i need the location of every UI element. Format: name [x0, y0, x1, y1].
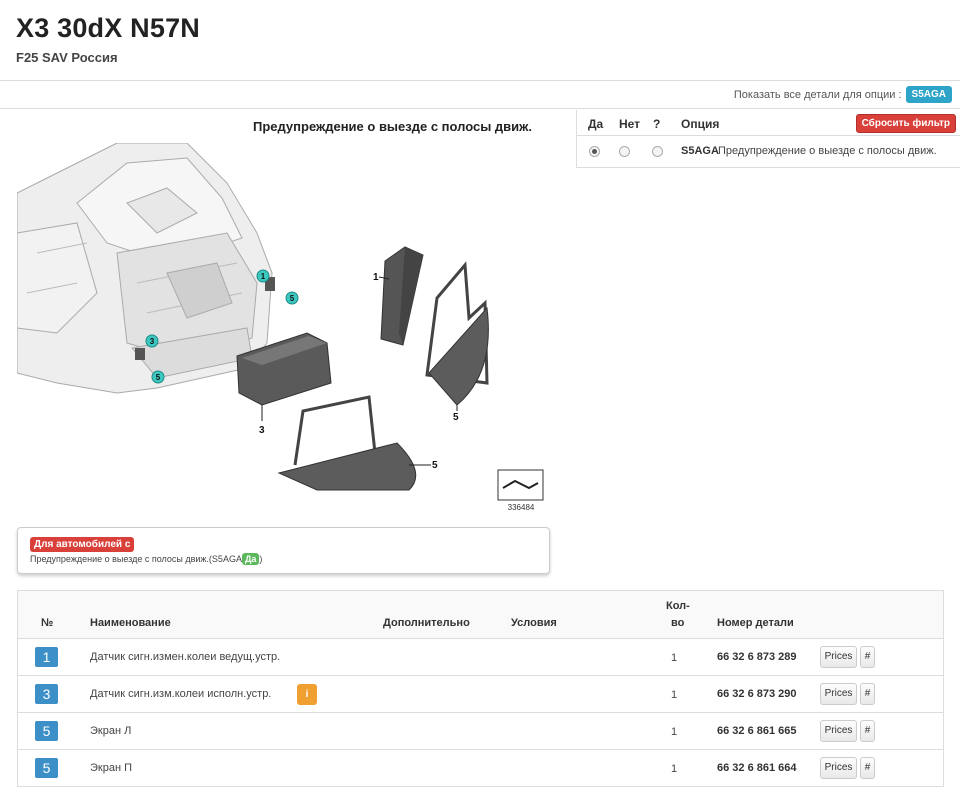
filter-header: Да Нет ? Опция Сбросить фильтр — [577, 110, 960, 136]
label-5b: 5 — [432, 460, 438, 471]
prices-button[interactable]: Prices — [820, 757, 857, 779]
option-code: S5AGA — [681, 145, 719, 157]
hash-button[interactable]: # — [860, 683, 875, 705]
table-header: № Наименование Дополнительно Условия Кол… — [18, 591, 943, 638]
callout-1: 1 — [261, 272, 266, 281]
image-number: 336484 — [508, 503, 535, 512]
header-qty-1: Кол- — [666, 600, 690, 612]
position-number-badge[interactable]: 5 — [35, 721, 58, 741]
position-number-badge[interactable]: 1 — [35, 647, 58, 667]
sensor-mark-3 — [135, 348, 145, 360]
page-header: X3 30dX N57N F25 SAV Россия — [0, 0, 960, 81]
part-number: 66 32 6 873 289 — [717, 651, 797, 663]
prices-button[interactable]: Prices — [820, 683, 857, 705]
filter-row: S5AGA Предупреждение о выезде с полосы д… — [577, 136, 960, 167]
info-icon[interactable]: i — [297, 684, 317, 705]
image-number-box: 336484 — [497, 469, 544, 512]
vehicle-condition-note: Для автомобилей с Предупреждение о выезд… — [17, 527, 550, 574]
part-qty: 1 — [671, 726, 678, 738]
option-code-button[interactable]: S5AGA — [905, 86, 952, 103]
part-5-screen-left — [277, 395, 431, 491]
part-5-screen-right — [425, 261, 489, 411]
hash-button[interactable]: # — [860, 720, 875, 742]
label-3: 3 — [259, 425, 265, 436]
option-description: Предупреждение о выезде с полосы движ. — [718, 145, 937, 157]
diagram-title: Предупреждение о выезде с полосы движ. — [253, 119, 532, 134]
diagram-illustration: 1 3 5 5 1 3 5 5 336484 — [16, 142, 544, 512]
part-1-sensor — [378, 246, 424, 346]
part-name: Датчик сигн.измен.колеи ведущ.устр. — [90, 651, 281, 663]
position-number-badge[interactable]: 5 — [35, 758, 58, 778]
header-qty-2: во — [671, 617, 685, 629]
option-filter-panel: Да Нет ? Опция Сбросить фильтр S5AGA Пре… — [576, 110, 960, 168]
part-name: Экран Л — [90, 725, 132, 737]
callout-5b: 5 — [156, 373, 161, 382]
header-extra: Дополнительно — [383, 617, 470, 629]
condition-text-prefix: Предупреждение о выезде с полосы движ.(S… — [30, 554, 242, 564]
condition-text: Предупреждение о выезде с полосы движ.(S… — [30, 553, 262, 565]
page-title: X3 30dX N57N — [16, 13, 200, 43]
model-subtitle: F25 SAV Россия — [16, 50, 118, 65]
show-all-label: Показать все детали для опции : — [733, 88, 902, 101]
label-5a: 5 — [453, 412, 459, 423]
part-qty: 1 — [671, 652, 678, 664]
header-part-number: Номер детали — [717, 617, 794, 629]
col-option: Опция — [681, 117, 720, 131]
part-qty: 1 — [671, 763, 678, 775]
parts-diagram: 1 3 5 5 1 3 5 5 336484 — [16, 142, 550, 515]
table-row: 3 Датчик сигн.изм.колеи исполн.устр. i 1… — [18, 675, 943, 712]
col-yes: Да — [588, 117, 604, 131]
radio-yes[interactable] — [589, 146, 600, 157]
col-unknown: ? — [653, 117, 661, 131]
condition-yes-badge: Да — [241, 553, 260, 565]
prices-button[interactable]: Prices — [820, 646, 857, 668]
prices-button[interactable]: Prices — [820, 720, 857, 742]
table-row: 5 Экран П 1 66 32 6 861 664 Prices # — [18, 749, 943, 786]
radio-unknown[interactable] — [652, 146, 663, 157]
part-qty: 1 — [671, 689, 678, 701]
header-number: № — [41, 617, 54, 629]
col-no: Нет — [619, 117, 641, 131]
hash-button[interactable]: # — [860, 757, 875, 779]
for-vehicles-label: Для автомобилей с — [30, 537, 135, 552]
position-number-badge[interactable]: 3 — [35, 684, 58, 704]
header-conditions: Условия — [511, 617, 557, 629]
hash-button[interactable]: # — [860, 646, 875, 668]
table-row: 5 Экран Л 1 66 32 6 861 665 Prices # — [18, 712, 943, 749]
condition-text-suffix: ) — [259, 554, 263, 564]
parts-table: № Наименование Дополнительно Условия Кол… — [17, 590, 944, 787]
part-number: 66 32 6 861 664 — [717, 762, 797, 774]
option-bar: Показать все детали для опции : S5AGA — [0, 81, 960, 109]
header-name: Наименование — [90, 617, 171, 629]
radio-no[interactable] — [619, 146, 630, 157]
part-number: 66 32 6 861 665 — [717, 725, 797, 737]
part-number: 66 32 6 873 290 — [717, 688, 797, 700]
part-name: Экран П — [90, 762, 132, 774]
callout-5a: 5 — [290, 294, 295, 303]
reset-filter-button[interactable]: Сбросить фильтр — [855, 114, 956, 133]
table-row: 1 Датчик сигн.измен.колеи ведущ.устр. 1 … — [18, 638, 943, 675]
callout-3: 3 — [150, 337, 155, 346]
label-1: 1 — [373, 272, 379, 283]
part-name: Датчик сигн.изм.колеи исполн.устр. — [90, 688, 272, 700]
